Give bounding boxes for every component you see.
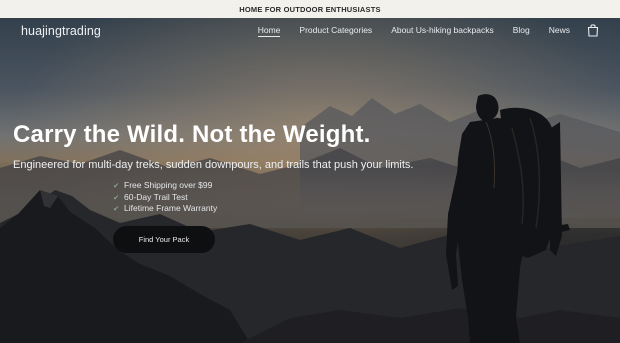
perk-label: 60-Day Trail Test <box>124 191 188 202</box>
nav-item-home[interactable]: Home <box>257 25 281 37</box>
main-nav: Home Product Categories About Us-hiking … <box>239 25 570 37</box>
nav-item-blog[interactable]: Blog <box>513 25 530 37</box>
list-item: ✔ Free Shipping over $99 <box>113 180 217 192</box>
list-item: ✔ Lifetime Frame Warranty <box>113 203 217 215</box>
site-logo[interactable]: huajingtrading <box>21 24 101 38</box>
hero-banner <box>0 18 620 343</box>
site-header: huajingtrading Home Product Categories A… <box>0 18 620 45</box>
announcement-text: HOME FOR OUTDOOR ENTHUSIASTS <box>239 4 381 14</box>
nav-item-about-us[interactable]: About Us-hiking backpacks <box>391 25 494 37</box>
list-item: ✔ 60-Day Trail Test <box>113 192 217 204</box>
nav-item-product-categories[interactable]: Product Categories <box>299 25 372 37</box>
check-icon: ✔ <box>113 192 120 202</box>
perks-list: ✔ Free Shipping over $99 ✔ 60-Day Trail … <box>113 180 217 215</box>
shopping-bag-icon[interactable] <box>587 23 599 37</box>
perk-label: Lifetime Frame Warranty <box>124 203 218 213</box>
hero-background-image <box>0 18 620 343</box>
check-icon: ✔ <box>113 204 120 213</box>
hero-title: Carry the Wild. Not the Weight. <box>13 121 371 148</box>
nav-item-news[interactable]: News <box>549 25 570 37</box>
perk-label: Free Shipping over $99 <box>124 180 213 190</box>
announcement-bar: HOME FOR OUTDOOR ENTHUSIASTS <box>0 0 620 18</box>
find-your-pack-button[interactable]: Find Your Pack <box>113 226 215 253</box>
hero-subtitle: Engineered for multi-day treks, sudden d… <box>13 159 414 171</box>
check-icon: ✔ <box>113 181 120 190</box>
